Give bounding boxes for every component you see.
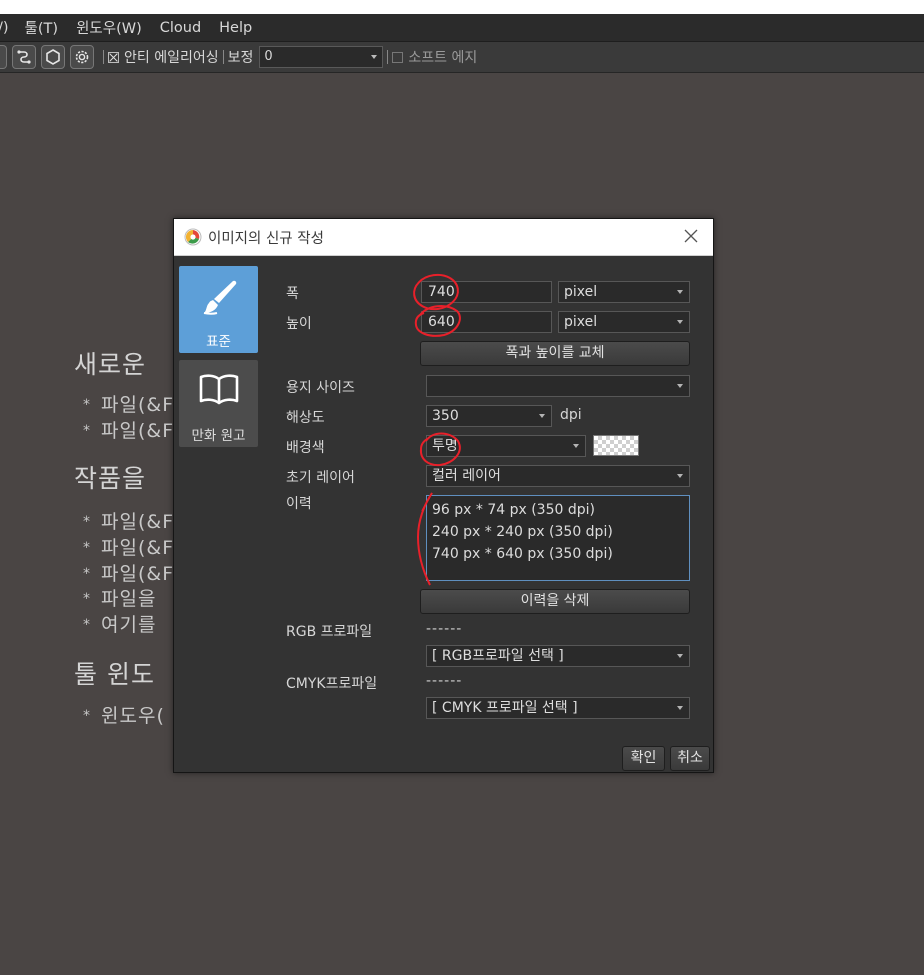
separator — [387, 50, 389, 64]
welcome-link[interactable]: * 파일(&F — [83, 507, 174, 534]
dialog-title: 이미지의 신규 작성 — [208, 231, 324, 247]
paper-size-label: 용지 사이즈 — [286, 380, 355, 396]
anti-alias-checkbox[interactable] — [108, 51, 119, 63]
dialog-titlebar[interactable]: 이미지의 신규 작성 — [174, 219, 713, 256]
top-strip — [0, 0, 924, 14]
tab-standard[interactable]: 표준 — [179, 266, 258, 353]
curve-icon — [17, 50, 31, 64]
height-label: 높이 — [286, 316, 312, 332]
cmyk-profile-label: CMYK프로파일 — [286, 676, 378, 692]
rgb-profile-value: ------ — [426, 621, 463, 637]
chevron-down-icon — [677, 474, 683, 478]
chevron-down-icon — [677, 654, 683, 658]
welcome-link[interactable]: * 여기를 — [83, 610, 156, 637]
close-icon[interactable] — [683, 228, 699, 244]
welcome-link[interactable]: * 파일(&F — [83, 559, 174, 586]
cmyk-profile-select-value: [ CMYK 프로파일 선택 ] — [432, 700, 578, 716]
tool-property-bar: 안티 에일리어싱 보정 0 소프트 에지 — [0, 42, 924, 73]
resolution-value: 350 — [432, 408, 459, 424]
welcome-heading-tool: 툴 윈도 — [74, 660, 155, 689]
resolution-unit: dpi — [560, 407, 582, 423]
height-value: 640 — [428, 314, 455, 330]
settings-button[interactable] — [70, 45, 94, 69]
soft-edge-checkbox[interactable] — [392, 51, 404, 63]
initial-layer-value: 컬러 레이어 — [432, 468, 501, 484]
initial-layer-label: 초기 레이어 — [286, 470, 355, 486]
width-unit-select[interactable]: pixel — [558, 281, 690, 303]
menu-edit-partial[interactable]: /) — [0, 20, 9, 36]
history-item[interactable]: 96 px * 74 px (350 dpi) — [432, 499, 684, 521]
menu-help[interactable]: Help — [219, 20, 252, 36]
cmyk-profile-select[interactable]: [ CMYK 프로파일 선택 ] — [426, 697, 690, 719]
height-input[interactable]: 640 — [421, 311, 552, 333]
chevron-down-icon — [677, 320, 683, 324]
menu-cloud[interactable]: Cloud — [160, 20, 201, 36]
welcome-heading-open: 작품을 — [74, 464, 147, 493]
history-label: 이력 — [286, 496, 312, 512]
book-icon — [199, 374, 238, 405]
menu-tool[interactable]: 툴(T) — [25, 17, 59, 38]
app-logo-icon — [184, 228, 202, 246]
chevron-down-icon — [677, 706, 683, 710]
bg-color-value: 투명 — [432, 438, 458, 454]
menu-window[interactable]: 윈도우(W) — [76, 17, 142, 38]
height-unit-value: pixel — [564, 314, 598, 330]
cancel-button[interactable]: 취소 — [670, 746, 710, 771]
tab-standard-label: 표준 — [206, 334, 231, 350]
polygon-icon — [46, 49, 60, 65]
menu-bar: /) 툴(T) 윈도우(W) Cloud Help — [0, 14, 924, 42]
bg-color-select[interactable]: 투명 — [426, 435, 586, 457]
swap-width-height-button[interactable]: 폭과 높이를 교체 — [420, 341, 690, 366]
gear-icon — [75, 50, 89, 64]
rgb-profile-select-value: [ RGB프로파일 선택 ] — [432, 648, 564, 664]
correction-value: 0 — [264, 49, 273, 64]
cmyk-profile-value: ------ — [426, 673, 463, 689]
history-item[interactable]: 240 px * 240 px (350 dpi) — [432, 521, 684, 543]
resolution-select[interactable]: 350 — [426, 405, 552, 427]
width-value: 740 — [428, 284, 455, 300]
tab-manga-manuscript[interactable]: 만화 원고 — [179, 360, 258, 447]
separator — [222, 50, 224, 64]
soft-edge-label: 소프트 에지 — [408, 50, 478, 66]
chevron-down-icon — [371, 55, 378, 59]
welcome-link[interactable]: * 파일을 — [83, 584, 156, 611]
welcome-link[interactable]: * 파일(&F — [83, 390, 174, 417]
rgb-profile-select[interactable]: [ RGB프로파일 선택 ] — [426, 645, 690, 667]
curve-tool-button[interactable] — [12, 45, 36, 69]
history-list[interactable]: 96 px * 74 px (350 dpi) 240 px * 240 px … — [426, 495, 690, 581]
correction-select[interactable]: 0 — [259, 46, 384, 68]
welcome-link[interactable]: * 윈도우( — [83, 701, 165, 728]
anti-alias-label: 안티 에일리어싱 — [124, 50, 219, 66]
bg-color-label: 배경색 — [286, 440, 325, 456]
new-image-dialog: 이미지의 신규 작성 표준 만화 원고 폭 740 pixel 높이 640 p… — [173, 218, 714, 773]
chevron-down-icon — [539, 414, 545, 418]
brush-icon — [203, 280, 236, 315]
ok-button[interactable]: 확인 — [622, 746, 665, 771]
welcome-link[interactable]: * 파일(&F — [83, 416, 174, 443]
width-label: 폭 — [286, 286, 299, 302]
width-input[interactable]: 740 — [421, 281, 552, 303]
welcome-heading-new: 새로운 — [74, 350, 147, 379]
rgb-profile-label: RGB 프로파일 — [286, 624, 373, 640]
height-unit-select[interactable]: pixel — [558, 311, 690, 333]
polygon-tool-button[interactable] — [41, 45, 65, 69]
separator — [103, 50, 104, 64]
correction-label: 보정 — [227, 50, 254, 66]
history-item[interactable]: 740 px * 640 px (350 dpi) — [432, 543, 684, 565]
chevron-down-icon — [573, 444, 579, 448]
chevron-down-icon — [677, 384, 683, 388]
tool-button-partial[interactable] — [0, 45, 7, 69]
delete-history-button[interactable]: 이력을 삭제 — [420, 589, 690, 614]
transparent-color-swatch[interactable] — [593, 435, 639, 456]
initial-layer-select[interactable]: 컬러 레이어 — [426, 465, 690, 487]
paper-size-select[interactable] — [426, 375, 690, 397]
tab-manga-label: 만화 원고 — [191, 428, 246, 444]
welcome-link[interactable]: * 파일(&F — [83, 533, 174, 560]
chevron-down-icon — [677, 290, 683, 294]
resolution-label: 해상도 — [286, 410, 325, 426]
width-unit-value: pixel — [564, 284, 598, 300]
